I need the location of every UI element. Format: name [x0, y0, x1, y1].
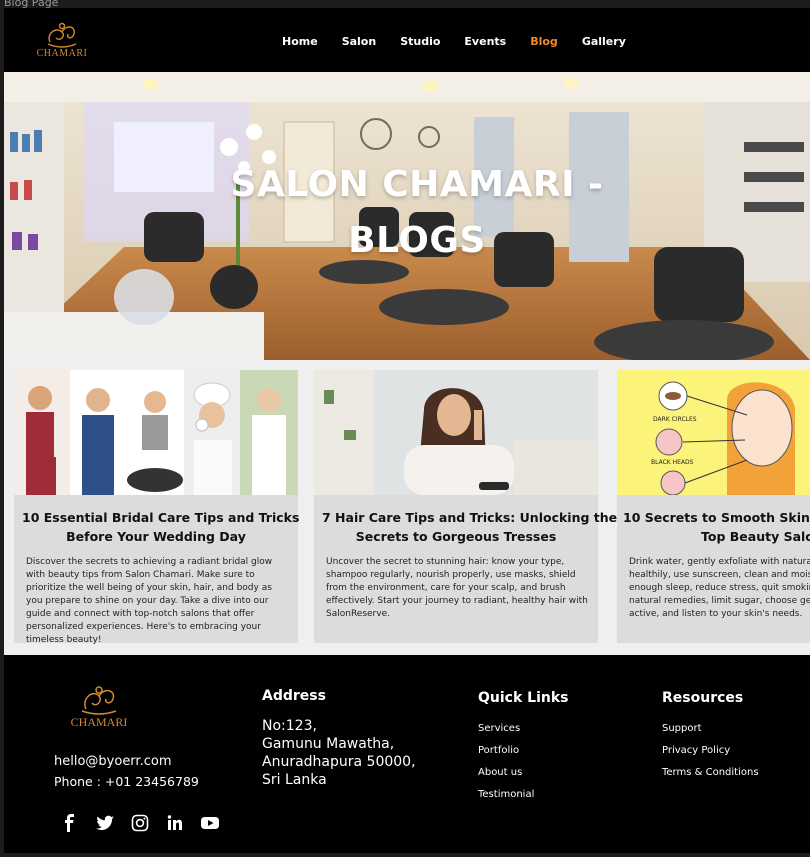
- brand-logo[interactable]: CHAMARI: [32, 20, 92, 64]
- blog-card-title-line2: Top Beauty Salon: [701, 529, 810, 544]
- excerpt-line: healthily, use sunscreen, clean and mois: [629, 570, 810, 580]
- address-line: Sri Lanka: [262, 772, 327, 788]
- resource-link-terms[interactable]: Terms & Conditions: [662, 767, 759, 789]
- footer-logo[interactable]: CHAMARI: [64, 683, 134, 733]
- page-frame: CHAMARI Home Salon Studio Events Blog Ga…: [4, 8, 810, 853]
- blog-card-excerpt: Discover the secrets to achieving a radi…: [26, 557, 273, 645]
- nav-events[interactable]: Events: [464, 35, 506, 48]
- address-line: No:123,: [262, 718, 317, 734]
- skin-care-image: DARK CIRCLES BLACK HEADS: [617, 370, 810, 495]
- quick-link-testimonial[interactable]: Testimonial: [478, 789, 534, 811]
- excerpt-line: enough sleep, reduce stress, quit smokin: [629, 583, 810, 593]
- excerpt-line: active, and listen to your skin's needs.: [629, 609, 803, 619]
- site-header: CHAMARI Home Salon Studio Events Blog Ga…: [4, 8, 810, 72]
- hero-title: SALON CHAMARI - BLOGS: [217, 157, 617, 269]
- hero-banner: SALON CHAMARI - BLOGS: [4, 72, 810, 360]
- bridal-care-image: [14, 370, 298, 495]
- logo-swirl-icon: [81, 686, 117, 715]
- blog-card-title-line1: 10 Secrets to Smooth Skin: Ex: [623, 510, 810, 525]
- blog-card[interactable]: 7 Hair Care Tips and Tricks: Unlocking t…: [314, 370, 618, 643]
- resource-link-privacy-policy[interactable]: Privacy Policy: [662, 745, 759, 767]
- quick-link-services[interactable]: Services: [478, 723, 534, 745]
- blog-card-excerpt: Drink water, gently exfoliate with natur…: [629, 556, 810, 621]
- dark-circles-label: DARK CIRCLES: [653, 416, 697, 423]
- address-line: Gamunu Mawatha,: [262, 736, 395, 752]
- excerpt-line: Drink water, gently exfoliate with natur…: [629, 557, 810, 567]
- resource-link-support[interactable]: Support: [662, 723, 759, 745]
- twitter-icon[interactable]: [95, 813, 115, 833]
- instagram-icon[interactable]: [130, 813, 150, 833]
- footer-email[interactable]: hello@byoerr.com: [54, 754, 171, 769]
- quick-link-portfolio[interactable]: Portfolio: [478, 745, 534, 767]
- excerpt-line: natural remedies, limit sugar, choose ge: [629, 596, 810, 606]
- hair-care-image: [314, 370, 598, 495]
- quick-links-heading: Quick Links: [478, 690, 569, 706]
- quick-links-list: Services Portfolio About us Testimonial: [478, 723, 534, 811]
- linkedin-icon[interactable]: [165, 813, 185, 833]
- nav-studio[interactable]: Studio: [400, 35, 440, 48]
- nav-home[interactable]: Home: [282, 35, 318, 48]
- site-footer: CHAMARI hello@byoerr.com Phone : +01 234…: [4, 655, 810, 853]
- blog-card-title-line1: 10 Essential Bridal Care Tips and Tricks: [22, 510, 300, 525]
- facebook-icon[interactable]: [60, 813, 80, 833]
- blog-card[interactable]: DARK CIRCLES BLACK HEADS 10 Secrets to S…: [617, 370, 810, 643]
- hair-care-illustration: [314, 370, 598, 495]
- nav-blog[interactable]: Blog: [530, 35, 558, 48]
- blog-card[interactable]: 10 Essential Bridal Care Tips and Tricks…: [14, 370, 300, 645]
- bridal-care-illustration: [14, 370, 298, 495]
- blog-card-title-line2: Secrets to Gorgeous Tresses: [355, 529, 557, 544]
- black-heads-label: BLACK HEADS: [651, 459, 694, 466]
- logo-swirl-icon: [47, 22, 77, 48]
- address-line: Anuradhapura 50000,: [262, 754, 416, 770]
- blog-card-title-line2: Before Your Wedding Day: [66, 529, 246, 544]
- blog-card-excerpt: Uncover the secret to stunning hair: kno…: [326, 557, 588, 619]
- blog-card-title[interactable]: 10 Secrets to Smooth Skin: Ex Top Beauty…: [623, 508, 810, 546]
- quick-link-about-us[interactable]: About us: [478, 767, 534, 789]
- resources-heading: Resources: [662, 690, 744, 706]
- hero-title-line2: BLOGS: [348, 220, 486, 261]
- hero-title-line1: SALON CHAMARI -: [230, 164, 604, 205]
- social-links: [60, 813, 235, 833]
- footer-logo-text: CHAMARI: [70, 715, 128, 729]
- youtube-icon[interactable]: [200, 813, 220, 833]
- blog-card-title-line1: 7 Hair Care Tips and Tricks: Unlocking t…: [322, 510, 618, 525]
- skin-care-illustration: DARK CIRCLES BLACK HEADS: [617, 370, 810, 495]
- footer-phone: Phone : +01 23456789: [54, 774, 199, 789]
- address-block: No:123, Gamunu Mawatha, Anuradhapura 500…: [262, 717, 416, 789]
- resources-list: Support Privacy Policy Terms & Condition…: [662, 723, 759, 789]
- logo-text: CHAMARI: [36, 48, 88, 59]
- nav-salon[interactable]: Salon: [342, 35, 377, 48]
- blog-card-title[interactable]: 10 Essential Bridal Care Tips and Tricks…: [22, 508, 300, 546]
- blog-cards-section: 10 Essential Bridal Care Tips and Tricks…: [4, 360, 810, 655]
- blog-card-title[interactable]: 7 Hair Care Tips and Tricks: Unlocking t…: [322, 508, 618, 546]
- main-nav: Home Salon Studio Events Blog Gallery: [282, 35, 650, 48]
- nav-gallery[interactable]: Gallery: [582, 35, 626, 48]
- address-heading: Address: [262, 688, 326, 704]
